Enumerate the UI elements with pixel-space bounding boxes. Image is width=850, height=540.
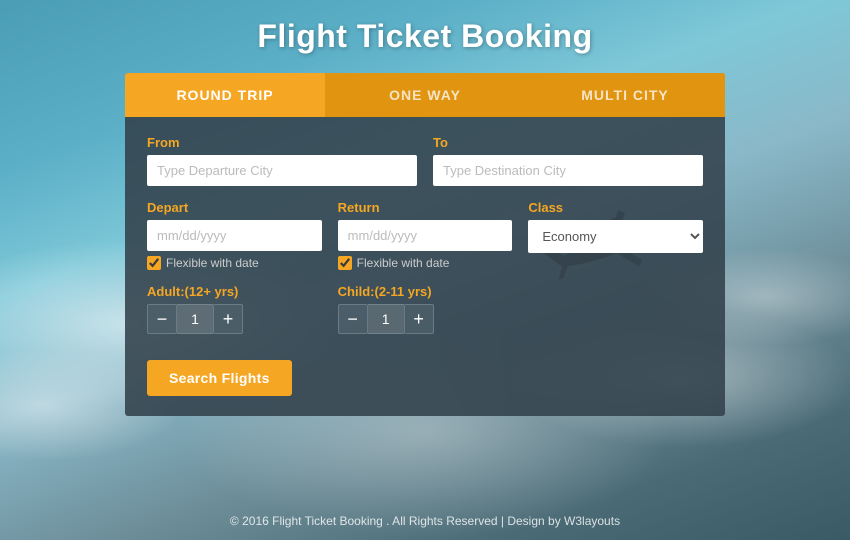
child-minus-button[interactable]: −	[338, 304, 368, 334]
adult-field: Adult:(12+ yrs) − 1 +	[147, 284, 322, 334]
adult-stepper: − 1 +	[147, 304, 322, 334]
spacer	[528, 284, 703, 334]
class-field: Class Economy Business First Class	[528, 200, 703, 270]
child-plus-button[interactable]: +	[404, 304, 434, 334]
search-flights-button[interactable]: Search Flights	[147, 360, 292, 396]
tab-round-trip[interactable]: ROUND TRIP	[125, 73, 325, 117]
adult-plus-button[interactable]: +	[213, 304, 243, 334]
child-field: Child:(2-11 yrs) − 1 +	[338, 284, 513, 334]
return-flexible-row: Flexible with date	[338, 256, 513, 270]
page-title: Flight Ticket Booking	[257, 18, 592, 55]
depart-input[interactable]	[147, 220, 322, 251]
tab-one-way[interactable]: ONE WAY	[325, 73, 525, 117]
page-wrapper: Flight Ticket Booking ROUND TRIP ONE WAY…	[0, 0, 850, 540]
depart-flexible-row: Flexible with date	[147, 256, 322, 270]
adult-value: 1	[177, 304, 213, 334]
child-value: 1	[368, 304, 404, 334]
return-field: Return Flexible with date	[338, 200, 513, 270]
from-input[interactable]	[147, 155, 417, 186]
tabs-container: ROUND TRIP ONE WAY MULTI CITY	[125, 73, 725, 117]
from-to-row: From To	[147, 135, 703, 186]
adult-minus-button[interactable]: −	[147, 304, 177, 334]
from-label: From	[147, 135, 417, 150]
depart-flexible-checkbox[interactable]	[147, 256, 161, 270]
footer-text: © 2016 Flight Ticket Booking . All Right…	[230, 514, 620, 528]
to-field: To	[433, 135, 703, 186]
child-stepper: − 1 +	[338, 304, 513, 334]
booking-form: From To Depart Flexible with date	[125, 117, 725, 416]
tab-multi-city[interactable]: MULTI CITY	[525, 73, 725, 117]
passengers-row: Adult:(12+ yrs) − 1 + Child:(2-11 yrs) −…	[147, 284, 703, 334]
return-flexible-checkbox[interactable]	[338, 256, 352, 270]
dates-class-row: Depart Flexible with date Return Flexibl…	[147, 200, 703, 270]
to-label: To	[433, 135, 703, 150]
depart-field: Depart Flexible with date	[147, 200, 322, 270]
return-flexible-label: Flexible with date	[357, 256, 450, 270]
child-label: Child:(2-11 yrs)	[338, 284, 513, 299]
from-field: From	[147, 135, 417, 186]
class-select[interactable]: Economy Business First Class	[528, 220, 703, 253]
to-input[interactable]	[433, 155, 703, 186]
class-label: Class	[528, 200, 703, 215]
footer: © 2016 Flight Ticket Booking . All Right…	[0, 514, 850, 528]
adult-label: Adult:(12+ yrs)	[147, 284, 322, 299]
depart-flexible-label: Flexible with date	[166, 256, 259, 270]
return-label: Return	[338, 200, 513, 215]
return-input[interactable]	[338, 220, 513, 251]
booking-panel: ROUND TRIP ONE WAY MULTI CITY From To	[125, 73, 725, 416]
depart-label: Depart	[147, 200, 322, 215]
